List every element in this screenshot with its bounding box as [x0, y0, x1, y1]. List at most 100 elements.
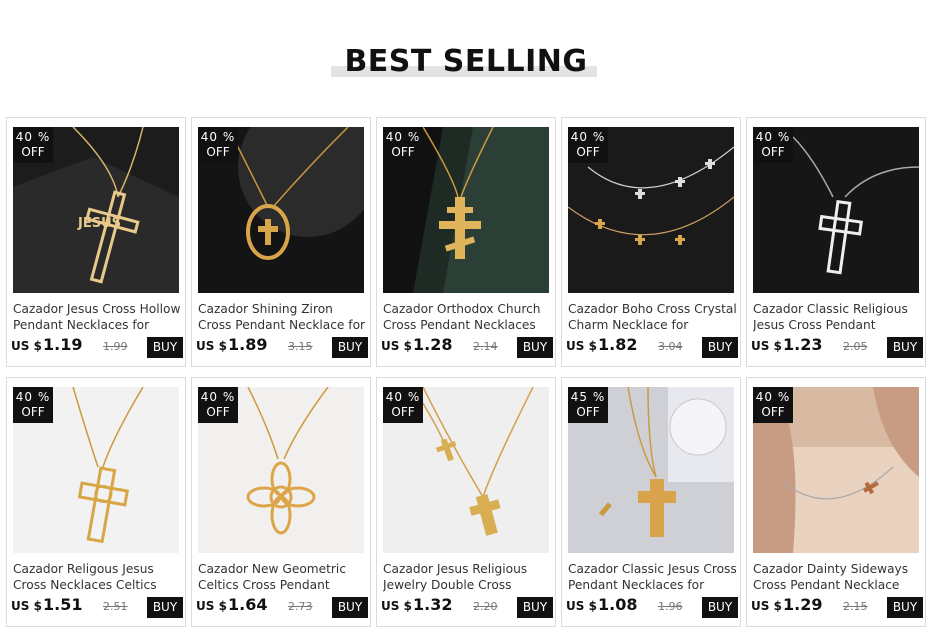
buy-button[interactable]: BUY [887, 597, 923, 618]
original-price: 3.15 [288, 340, 313, 353]
product-name[interactable]: Cazador New Geometric Celtics Cross Pend… [198, 561, 368, 593]
product-card[interactable]: 40 % OFF Cazador Classic Religious Jesus C… [746, 117, 926, 367]
price-row: US $1.28 2.14 BUY [381, 335, 553, 359]
sale-price: 1.82 [598, 335, 638, 354]
discount-badge: 40 % OFF [383, 387, 423, 423]
product-name[interactable]: Cazador Jesus Religious Jewelry Double C… [383, 561, 553, 593]
sale-price: 1.32 [413, 595, 453, 614]
discount-off-label: OFF [21, 145, 45, 159]
price-row: US $1.64 2.73 BUY [196, 595, 368, 619]
buy-button[interactable]: BUY [517, 597, 553, 618]
price-row: US $1.51 2.51 BUY [11, 595, 183, 619]
currency-label: US $ [11, 339, 42, 353]
product-name[interactable]: Cazador Shining Ziron Cross Pendant Neck… [198, 301, 368, 333]
discount-badge: 40 % OFF [568, 127, 608, 163]
discount-badge: 45 % OFF [568, 387, 608, 423]
sale-price: 1.89 [228, 335, 268, 354]
product-card[interactable]: JESUS 40 % OFF Cazador Jesus Cross Hollow P… [6, 117, 186, 367]
discount-badge: 40 % OFF [13, 387, 53, 423]
currency-label: US $ [196, 599, 227, 613]
section-header: BEST SELLING [0, 0, 932, 100]
discount-off-label: OFF [576, 405, 600, 419]
discount-off-label: OFF [391, 145, 415, 159]
currency-label: US $ [381, 339, 412, 353]
discount-percent: 40 % [755, 390, 791, 404]
buy-button[interactable]: BUY [517, 337, 553, 358]
discount-percent: 45 % [570, 390, 606, 404]
discount-badge: 40 % OFF [13, 127, 53, 163]
buy-button[interactable]: BUY [147, 337, 183, 358]
discount-percent: 40 % [200, 390, 236, 404]
product-name[interactable]: Cazador Dainty Sideways Cross Pendant Ne… [753, 561, 923, 593]
original-price: 1.96 [658, 600, 683, 613]
discount-off-label: OFF [761, 145, 785, 159]
original-price: 1.99 [103, 340, 128, 353]
price-row: US $1.32 2.20 BUY [381, 595, 553, 619]
discount-badge: 40 % OFF [753, 127, 793, 163]
discount-percent: 40 % [570, 130, 606, 144]
buy-button[interactable]: BUY [702, 337, 738, 358]
currency-label: US $ [196, 339, 227, 353]
discount-badge: 40 % OFF [198, 387, 238, 423]
price-row: US $1.23 2.05 BUY [751, 335, 923, 359]
original-price: 2.15 [843, 600, 868, 613]
original-price: 2.73 [288, 600, 313, 613]
price-row: US $1.08 1.96 BUY [566, 595, 738, 619]
discount-badge: 40 % OFF [383, 127, 423, 163]
currency-label: US $ [566, 339, 597, 353]
currency-label: US $ [566, 599, 597, 613]
product-card[interactable]: 45 % OFF Cazador Classic Jesus Cross Penda… [561, 377, 741, 627]
original-price: 2.20 [473, 600, 498, 613]
buy-button[interactable]: BUY [332, 597, 368, 618]
discount-percent: 40 % [200, 130, 236, 144]
product-card[interactable]: 40 % OFF Cazador Orthodox Church Cross Pen… [376, 117, 556, 367]
discount-off-label: OFF [206, 145, 230, 159]
buy-button[interactable]: BUY [702, 597, 738, 618]
discount-badge: 40 % OFF [753, 387, 793, 423]
sale-price: 1.08 [598, 595, 638, 614]
sale-price: 1.23 [783, 335, 823, 354]
original-price: 3.04 [658, 340, 683, 353]
price-row: US $1.29 2.15 BUY [751, 595, 923, 619]
sale-price: 1.28 [413, 335, 453, 354]
sale-price: 1.51 [43, 595, 83, 614]
product-card[interactable]: 40 % OFF Cazador Shining Ziron Cross Penda… [191, 117, 371, 367]
buy-button[interactable]: BUY [887, 337, 923, 358]
product-card[interactable]: 40 % OFF Cazador New Geometric Celtics Cro… [191, 377, 371, 627]
currency-label: US $ [11, 599, 42, 613]
buy-button[interactable]: BUY [147, 597, 183, 618]
price-row: US $1.19 1.99 BUY [11, 335, 183, 359]
discount-percent: 40 % [15, 390, 51, 404]
buy-button[interactable]: BUY [332, 337, 368, 358]
product-name[interactable]: Cazador Religous Jesus Cross Necklaces C… [13, 561, 183, 593]
price-row: US $1.89 3.15 BUY [196, 335, 368, 359]
sale-price: 1.64 [228, 595, 268, 614]
currency-label: US $ [381, 599, 412, 613]
product-card[interactable]: 40 % OFF Cazador Dainty Sideways Cross Pen… [746, 377, 926, 627]
product-name[interactable]: Cazador Orthodox Church Cross Pendant Ne… [383, 301, 553, 333]
section-title: BEST SELLING [344, 44, 588, 79]
product-name[interactable]: Cazador Boho Cross Crystal Charm Necklac… [568, 301, 738, 333]
original-price: 2.05 [843, 340, 868, 353]
discount-off-label: OFF [576, 145, 600, 159]
product-name[interactable]: Cazador Jesus Cross Hollow Pendant Neckl… [13, 301, 183, 333]
discount-percent: 40 % [385, 390, 421, 404]
currency-label: US $ [751, 339, 782, 353]
discount-percent: 40 % [755, 130, 791, 144]
product-card[interactable]: 40 % OFF Cazador Jesus Religious Jewelry D… [376, 377, 556, 627]
currency-label: US $ [751, 599, 782, 613]
discount-badge: 40 % OFF [198, 127, 238, 163]
sale-price: 1.29 [783, 595, 823, 614]
discount-off-label: OFF [206, 405, 230, 419]
original-price: 2.14 [473, 340, 498, 353]
discount-off-label: OFF [391, 405, 415, 419]
product-card[interactable]: 40 % OFF Cazador Boho Cross Crystal Charm … [561, 117, 741, 367]
discount-percent: 40 % [15, 130, 51, 144]
svg-text:JESUS: JESUS [77, 216, 121, 231]
product-name[interactable]: Cazador Classic Jesus Cross Pendant Neck… [568, 561, 738, 593]
price-row: US $1.82 3.04 BUY [566, 335, 738, 359]
sale-price: 1.19 [43, 335, 83, 354]
product-name[interactable]: Cazador Classic Religious Jesus Cross Pe… [753, 301, 923, 333]
discount-percent: 40 % [385, 130, 421, 144]
product-card[interactable]: 40 % OFF Cazador Religous Jesus Cross Neck… [6, 377, 186, 627]
